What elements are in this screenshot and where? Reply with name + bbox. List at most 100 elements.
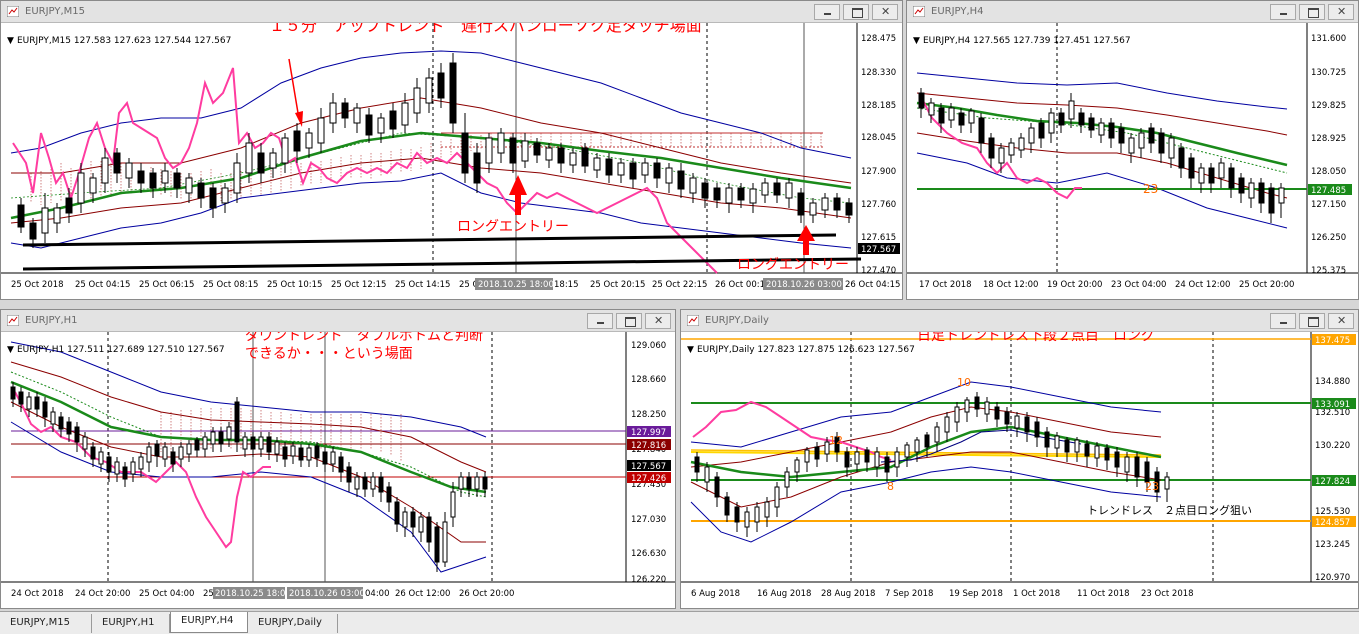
chart-window-icon bbox=[7, 6, 19, 17]
price-label: 125.375 bbox=[1311, 266, 1346, 276]
chart-canvas-h4[interactable]: 23 ▼ EURJPY,H4 127.565 127.739 127.451 1… bbox=[907, 23, 1358, 299]
tab-eurjpy-m15[interactable]: EURJPY,M15 bbox=[0, 614, 92, 633]
tab-eurjpy-h1[interactable]: EURJPY,H1 bbox=[92, 614, 170, 633]
entry-label: ロングエントリー bbox=[737, 257, 849, 273]
time-label: 7 Sep 2018 bbox=[885, 589, 933, 599]
chart-info: EURJPY,H1 127.511 127.689 127.510 127.56… bbox=[17, 345, 225, 355]
crosshair-time: 2018.10.25 18:00 bbox=[478, 280, 554, 290]
window-titlebar[interactable]: EURJPY,H1 bbox=[1, 310, 675, 332]
price-label: 128.475 bbox=[861, 34, 896, 44]
minimize-button[interactable] bbox=[1270, 313, 1296, 329]
price-label: 128.045 bbox=[861, 133, 896, 143]
time-label: 26 Oct 20:00 bbox=[459, 589, 514, 599]
entry-label: ロングエントリー bbox=[457, 219, 569, 235]
chart-info: EURJPY,Daily 127.823 127.875 126.623 127… bbox=[697, 345, 915, 355]
price-label: 134.880 bbox=[1315, 377, 1350, 387]
window-titlebar[interactable]: EURJPY,M15 bbox=[1, 1, 902, 23]
svg-text:▼: ▼ bbox=[7, 345, 14, 355]
current-price-tag: 127.567 bbox=[861, 245, 896, 255]
time-label: 19 Sep 2018 bbox=[949, 589, 1003, 599]
tab-eurjpy-h4[interactable]: EURJPY,H4 bbox=[170, 612, 248, 633]
price-label: 130.220 bbox=[1315, 441, 1350, 451]
badge-number: 23 bbox=[1143, 182, 1158, 196]
time-label: 25 Oct 22:15 bbox=[652, 280, 707, 290]
price-label: 126.630 bbox=[631, 549, 666, 559]
price-label: 120.970 bbox=[1315, 573, 1350, 583]
time-label: 19 Oct 20:00 bbox=[1047, 280, 1102, 290]
time-label: 25 Oct 20:00 bbox=[1239, 280, 1294, 290]
time-label: 16 Aug 2018 bbox=[757, 589, 811, 599]
count-label: 8 bbox=[887, 480, 894, 493]
time-label: 25 Oct 04:00 bbox=[139, 589, 194, 599]
close-button[interactable] bbox=[1328, 4, 1354, 20]
price-label: 127.900 bbox=[861, 167, 896, 177]
maximize-button[interactable] bbox=[1299, 313, 1325, 329]
price-label: 128.330 bbox=[861, 68, 896, 78]
price-label: 128.185 bbox=[861, 101, 896, 111]
time-label: 6 Aug 2018 bbox=[691, 589, 740, 599]
time-label: 1 Oct 2018 bbox=[1013, 589, 1060, 599]
close-button[interactable] bbox=[872, 4, 898, 20]
close-button[interactable] bbox=[1328, 313, 1354, 329]
minimize-button[interactable] bbox=[1270, 4, 1296, 20]
chart-canvas-h1[interactable]: ▼ EURJPY,H1 127.511 127.689 127.510 127.… bbox=[1, 332, 675, 608]
chart-window-m15[interactable]: EURJPY,M15 ✕ ▼ EURJPY,M15 127.583 127.62… bbox=[0, 0, 903, 300]
window-title: EURJPY,H4 bbox=[931, 6, 984, 17]
price-label: 128.925 bbox=[1311, 134, 1346, 144]
price-label: 126.220 bbox=[631, 575, 666, 585]
maximize-button[interactable] bbox=[843, 4, 869, 20]
price-tag: 137.475 bbox=[1315, 336, 1350, 346]
maximize-button[interactable] bbox=[1299, 4, 1325, 20]
minimize-button[interactable] bbox=[814, 4, 840, 20]
time-label: 25 Oct 06:15 bbox=[139, 280, 194, 290]
price-label: 126.250 bbox=[1311, 233, 1346, 243]
time-label: 25 Oct 12:15 bbox=[331, 280, 386, 290]
price-label: 127.030 bbox=[631, 515, 666, 525]
price-label: 129.060 bbox=[631, 341, 666, 351]
window-titlebar[interactable]: EURJPY,Daily bbox=[681, 310, 1358, 332]
window-title: EURJPY,Daily bbox=[705, 315, 769, 326]
price-label: 127.150 bbox=[1311, 200, 1346, 210]
chart-canvas-m15[interactable]: ▼ EURJPY,M15 127.583 127.623 127.544 127… bbox=[1, 23, 902, 299]
svg-text:▼: ▼ bbox=[913, 36, 920, 46]
price-label: 125.530 bbox=[1315, 507, 1350, 517]
price-tag: 127.426 bbox=[631, 474, 666, 484]
chart-annotation: 日足トレンドレス下段２点目 ロング bbox=[917, 332, 1155, 344]
time-label: 24 Oct 2018 bbox=[11, 589, 64, 599]
price-label: 127.760 bbox=[861, 200, 896, 210]
time-label: 04:00 bbox=[365, 589, 390, 599]
crosshair-time: 2018.10.25 18:00 bbox=[215, 589, 291, 599]
chart-tab-bar: EURJPY,M15 EURJPY,H1 EURJPY,H4 EURJPY,Da… bbox=[0, 611, 1359, 634]
tab-eurjpy-daily[interactable]: EURJPY,Daily bbox=[248, 614, 338, 633]
price-label: 130.725 bbox=[1311, 68, 1346, 78]
chart-canvas-daily[interactable]: ▼ EURJPY,Daily 127.823 127.875 126.623 1… bbox=[681, 332, 1358, 608]
time-label: 25 Oct 04:15 bbox=[75, 280, 130, 290]
minimize-button[interactable] bbox=[587, 313, 613, 329]
price-label: 127.470 bbox=[861, 266, 896, 276]
price-label: 127.615 bbox=[861, 233, 896, 243]
time-label: 24 Oct 20:00 bbox=[75, 589, 130, 599]
current-price-tag: 127.567 bbox=[631, 462, 666, 472]
chart-window-h1[interactable]: EURJPY,H1 ✕ ▼ EURJPY,H1 127.511 127.689 … bbox=[0, 309, 676, 609]
window-titlebar[interactable]: EURJPY,H4 bbox=[907, 1, 1358, 23]
close-button[interactable] bbox=[645, 313, 671, 329]
maximize-button[interactable] bbox=[616, 313, 642, 329]
chart-annotation: １５分 アップトレンド 遅行スパンローソク足タッチ場面 bbox=[269, 23, 702, 35]
crosshair-time: 2018.10.26 03:00 bbox=[289, 589, 365, 599]
chart-window-icon bbox=[687, 315, 699, 326]
chart-window-daily[interactable]: EURJPY,Daily ✕ ▼ EURJPY,Daily 127.823 12… bbox=[680, 309, 1359, 609]
time-label: 26 Oct 04:15 bbox=[845, 280, 900, 290]
price-label: 129.825 bbox=[1311, 101, 1346, 111]
crosshair-time: 2018.10.26 03:00 bbox=[766, 280, 842, 290]
chart-window-h4[interactable]: EURJPY,H4 ✕ 23 ▼ EURJPY,H4 127.565 127.7… bbox=[906, 0, 1359, 300]
price-label: 128.050 bbox=[1311, 167, 1346, 177]
time-label: 23 Oct 04:00 bbox=[1111, 280, 1166, 290]
price-tag: 133.091 bbox=[1315, 400, 1350, 410]
count-label: 10 bbox=[957, 376, 971, 389]
time-label: 24 Oct 12:00 bbox=[1175, 280, 1230, 290]
time-label: 25 Oct 14:15 bbox=[395, 280, 450, 290]
window-title: EURJPY,H1 bbox=[25, 315, 78, 326]
time-label: 25 Oct 10:15 bbox=[267, 280, 322, 290]
window-title: EURJPY,M15 bbox=[25, 6, 85, 17]
time-label: 28 Aug 2018 bbox=[821, 589, 875, 599]
